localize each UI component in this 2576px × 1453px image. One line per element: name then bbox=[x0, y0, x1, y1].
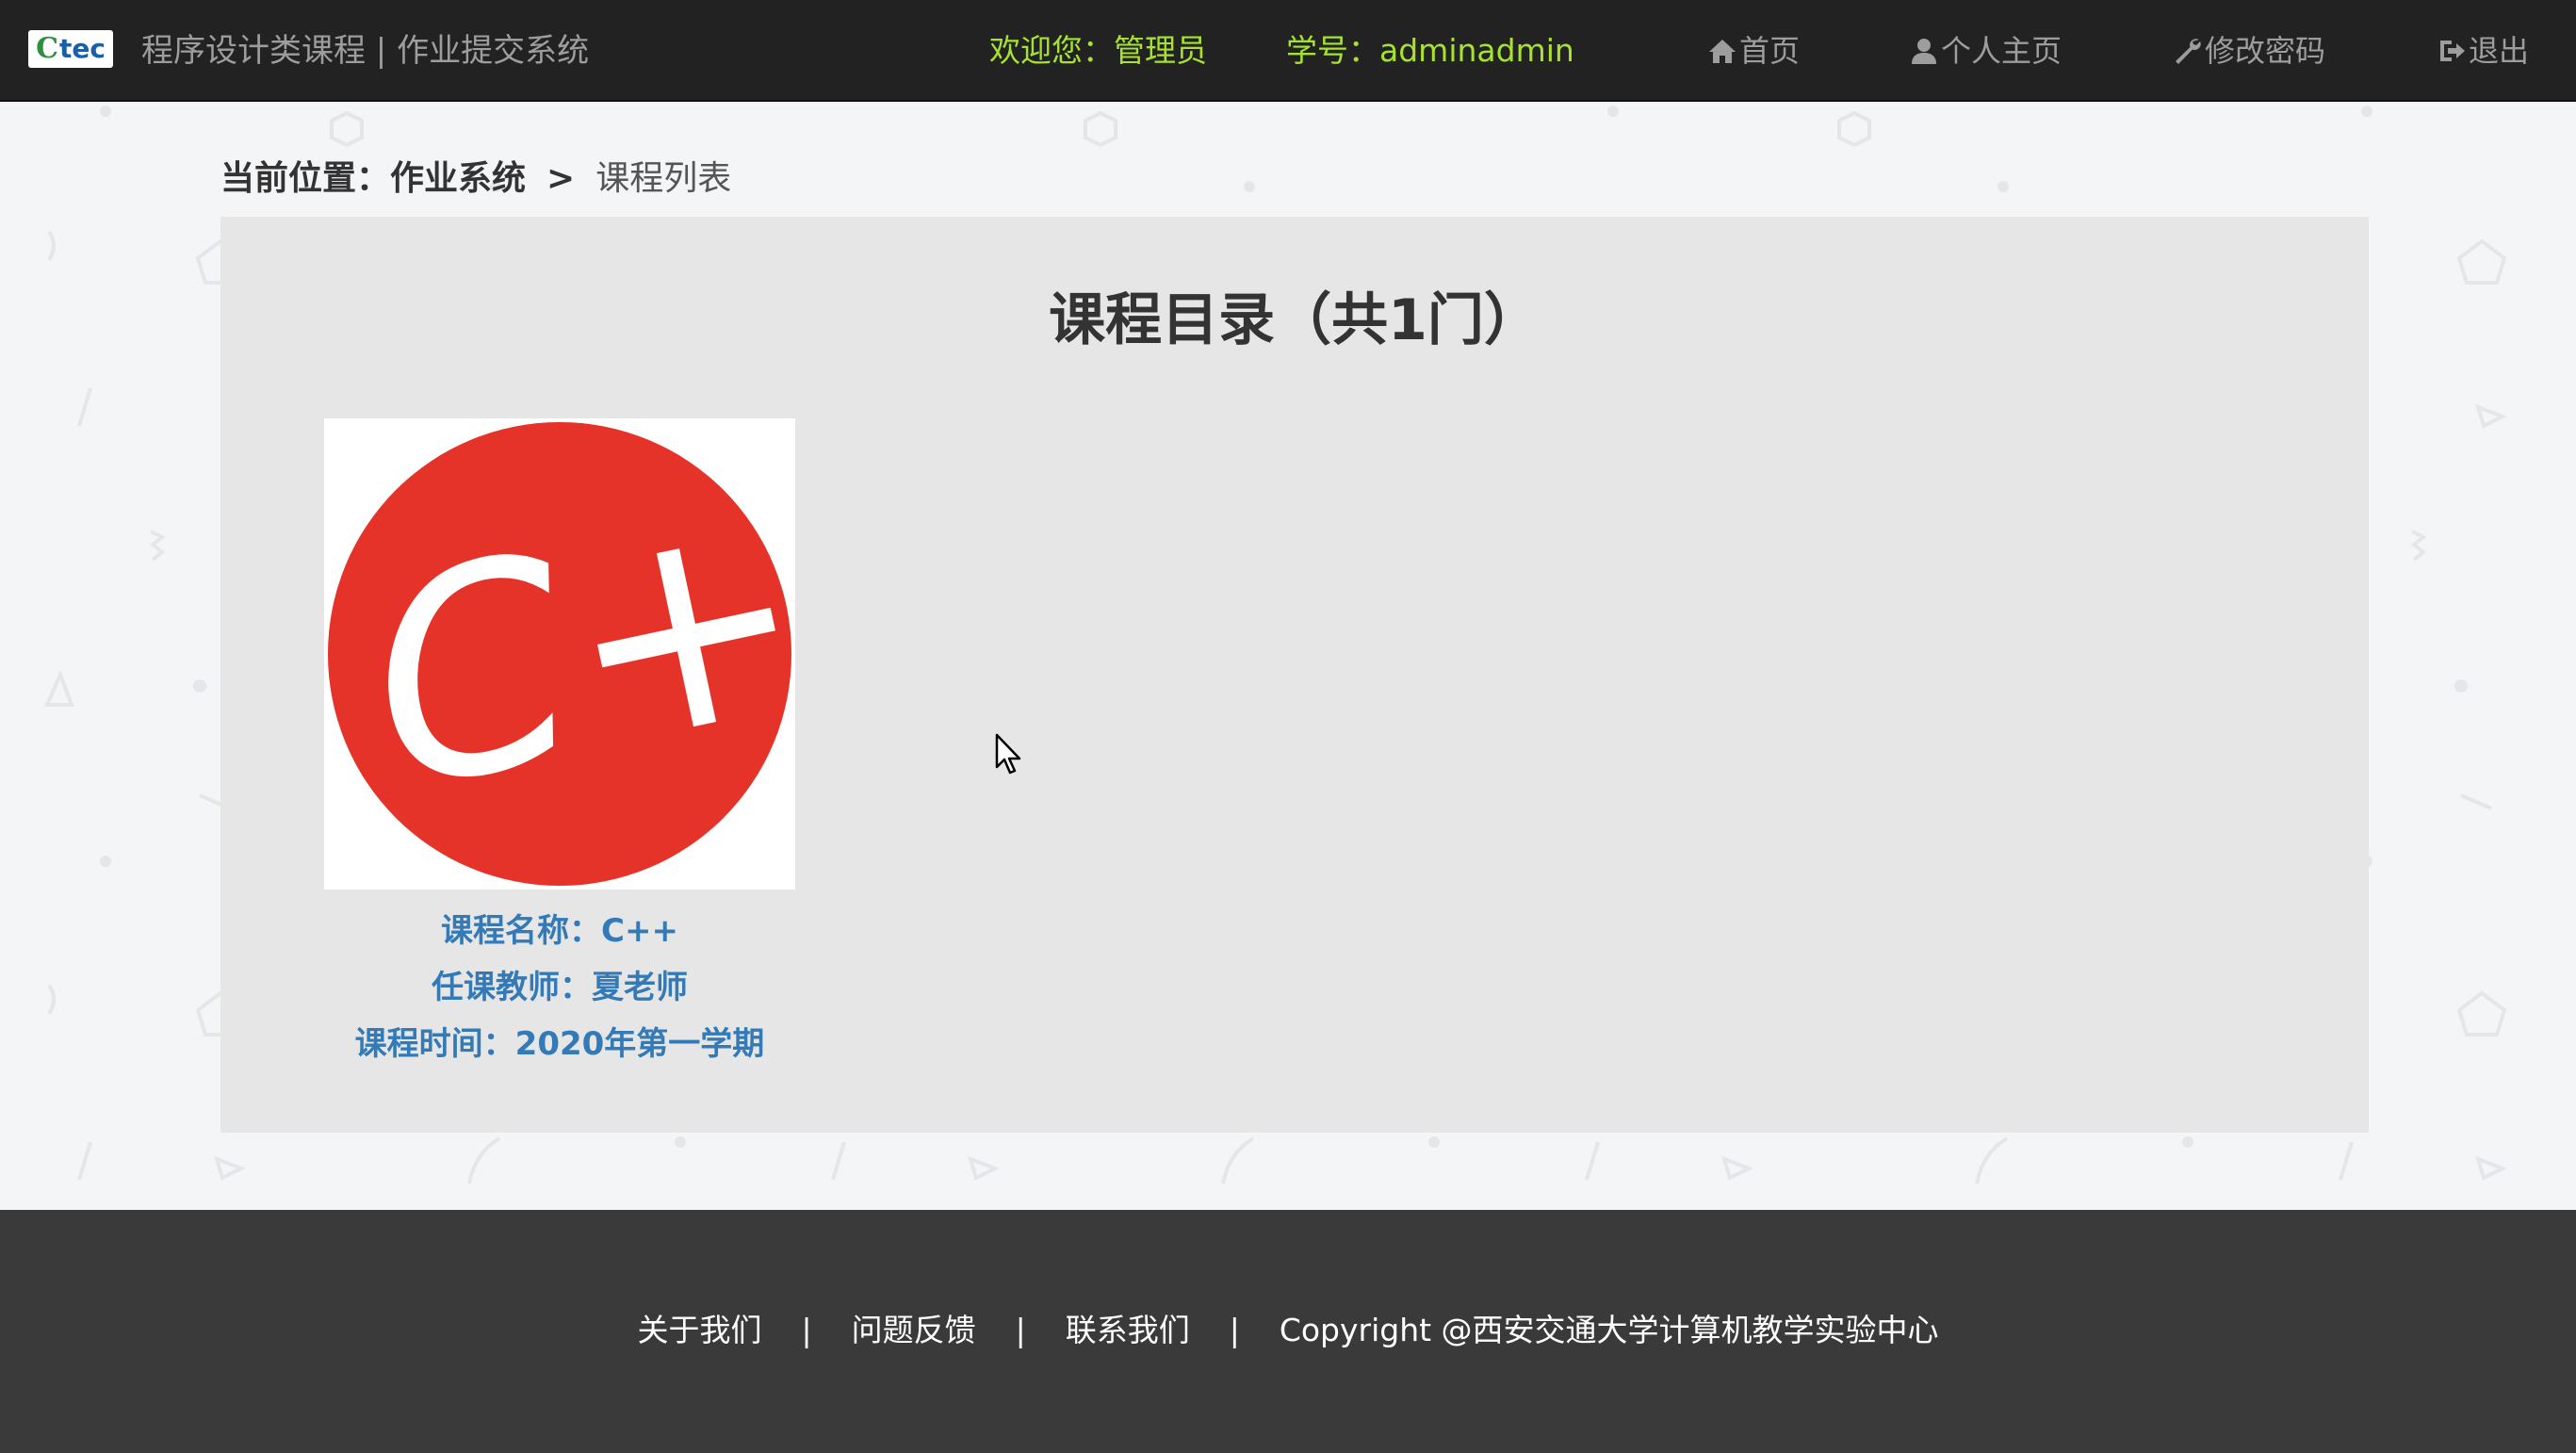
top-navbar: C tec 程序设计类课程 | 作业提交系统 欢迎您：管理员 学号：admina… bbox=[0, 0, 2576, 102]
course-thumbnail[interactable]: C++ bbox=[324, 418, 795, 890]
course-term: 课程时间：2020年第一学期 bbox=[354, 1025, 765, 1063]
breadcrumb-separator: > bbox=[546, 159, 576, 198]
footer-links: 关于我们 | 问题反馈 | 联系我们 | Copyright @西安交通大学计算机教学实验中… bbox=[0, 1304, 2576, 1357]
logo-c-letter: C bbox=[36, 32, 58, 65]
page-footer: 关于我们 | 问题反馈 | 联系我们 | Copyright @西安交通大学计算机教学实验中… bbox=[0, 1210, 2576, 1453]
nav-change-password-link[interactable]: 修改密码 bbox=[2173, 24, 2325, 77]
nav-profile-label: 个人主页 bbox=[1941, 33, 2062, 69]
course-card[interactable]: C++ 课程名称：C++ 任课教师：夏老师 课程时间：2020年第一学期 bbox=[324, 418, 795, 1072]
course-catalog-panel: 课程目录（共1门） C++ 课程名称：C++ 任课教师：夏老师 课程时间：202… bbox=[220, 217, 2369, 1133]
wrench-icon bbox=[2176, 39, 2201, 64]
nav-change-password-label: 修改密码 bbox=[2205, 33, 2326, 69]
nav-home-label: 首页 bbox=[1739, 33, 1801, 69]
footer-separator: | bbox=[801, 1312, 812, 1348]
footer-contact-link[interactable]: 联系我们 bbox=[1066, 1312, 1190, 1348]
nav-logout-label: 退出 bbox=[2469, 33, 2530, 69]
footer-separator: | bbox=[1015, 1312, 1026, 1348]
nav-logout-link[interactable]: 退出 bbox=[2437, 24, 2529, 77]
nav-home-link[interactable]: 首页 bbox=[1707, 24, 1800, 77]
footer-about-link[interactable]: 关于我们 bbox=[637, 1312, 761, 1348]
footer-feedback-link[interactable]: 问题反馈 bbox=[852, 1312, 976, 1348]
breadcrumb: 当前位置：作业系统 > 课程列表 bbox=[220, 153, 731, 205]
course-name[interactable]: 课程名称：C++ bbox=[324, 903, 795, 959]
sign-out-icon bbox=[2440, 41, 2465, 61]
site-logo[interactable]: C tec bbox=[28, 30, 113, 68]
user-icon bbox=[1912, 39, 1936, 64]
footer-copyright: Copyright @西安交通大学计算机教学实验中心 bbox=[1279, 1312, 1939, 1348]
breadcrumb-current: 课程列表 bbox=[595, 159, 732, 198]
course-info: 课程名称：C++ 任课教师：夏老师 课程时间：2020年第一学期 bbox=[324, 903, 795, 1072]
mouse-cursor-icon bbox=[995, 733, 1021, 775]
catalog-title: 课程目录（共1门） bbox=[1049, 287, 1541, 353]
welcome-text: 欢迎您：管理员 bbox=[989, 32, 1207, 69]
course-teacher: 任课教师：夏老师 bbox=[432, 969, 688, 1006]
logo-tec-text: tec bbox=[58, 33, 106, 64]
site-title: 程序设计类课程 | 作业提交系统 bbox=[141, 32, 590, 70]
nav-profile-link[interactable]: 个人主页 bbox=[1909, 24, 2062, 77]
student-id-text: 学号：adminadmin bbox=[1286, 32, 1574, 69]
home-icon bbox=[1709, 40, 1736, 63]
footer-separator: | bbox=[1229, 1312, 1240, 1348]
breadcrumb-prefix[interactable]: 当前位置：作业系统 bbox=[220, 159, 526, 198]
